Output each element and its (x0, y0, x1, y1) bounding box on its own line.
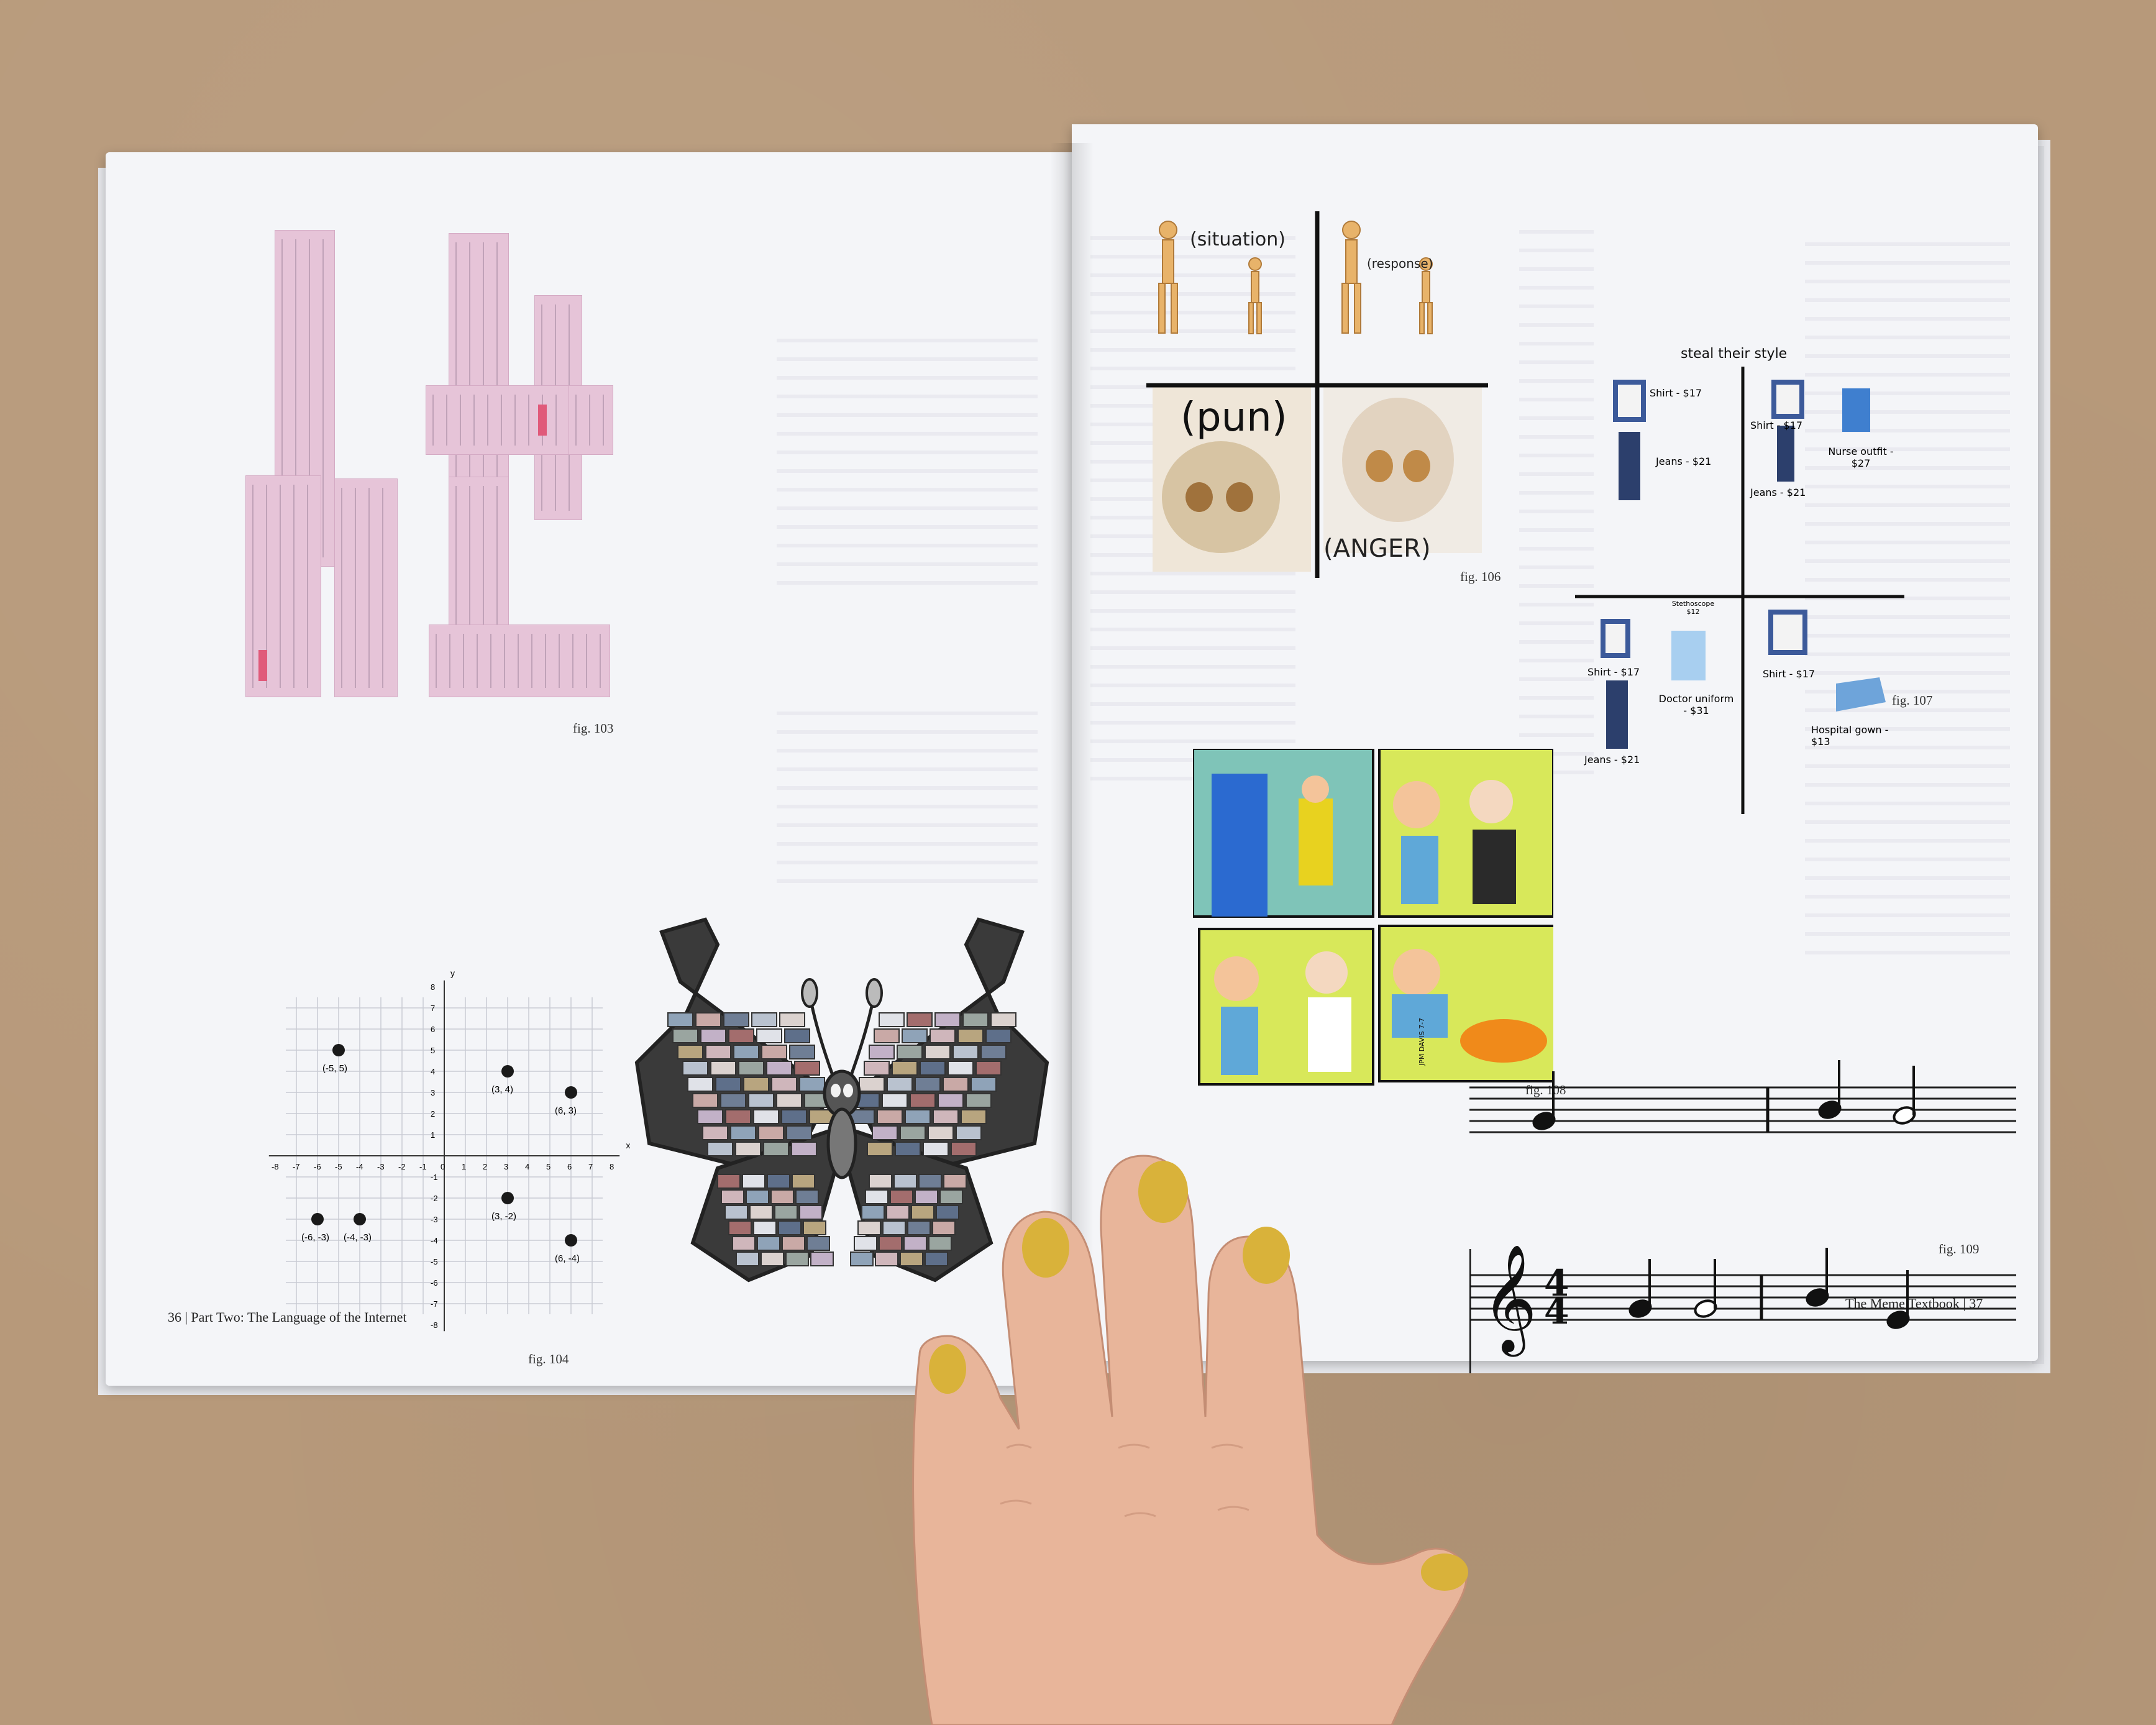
bleed-through-text (777, 712, 1038, 898)
y-tick-label: 1 (431, 1130, 435, 1140)
figure-caption: fig. 107 (1892, 693, 1933, 708)
skeleton-meme: (situation) (response) (pun) (ANGER) (1140, 205, 1488, 578)
y-tick-label: 8 (431, 982, 435, 992)
y-tick-label: 2 (431, 1109, 435, 1119)
price-label: Jeans - $21 (1584, 754, 1640, 766)
point-label: (3, 4) (491, 1084, 513, 1095)
figure-caption: fig. 106 (1460, 569, 1501, 584)
coordinate-plot: xy-8 -7 -6 -5 -4 -3 -2 -1 0 1 2 3 4 5 6 7 887654321-1-2-… (268, 968, 630, 1332)
meme-label-situation: (situation) (1190, 229, 1286, 250)
figure-caption: fig. 104 (528, 1352, 569, 1366)
price-label: Jeans - $21 (1656, 455, 1712, 467)
plot-point (501, 1065, 514, 1078)
price-label: Jeans - $21 (1750, 487, 1806, 498)
x-tick-label: 0 (441, 1162, 445, 1171)
time-signature: 4 (1544, 1290, 1569, 1332)
point-label: (6, -4) (555, 1253, 580, 1264)
price-label: Shirt - $17 (1750, 419, 1803, 431)
treble-clef-icon: 𝄞 (1482, 1244, 1537, 1357)
price-label: Nurse outfit - $27 (1828, 446, 1894, 469)
y-tick-label: -4 (431, 1236, 438, 1245)
y-tick-label: 4 (431, 1067, 435, 1076)
figure-caption: fig. 103 (573, 721, 614, 736)
x-tick-label: -7 (293, 1162, 300, 1171)
x-tick-label: 6 (567, 1162, 572, 1171)
x-tick-label: -1 (419, 1162, 427, 1171)
price-label: Doctor uniform - $31 (1658, 693, 1734, 716)
right-page: (situation) (response) (pun) (ANGER) fig… (1072, 124, 2038, 1373)
page-footer: The Meme Textbook | 37 (1845, 1296, 1983, 1311)
x-tick-label: 7 (588, 1162, 593, 1171)
message-card (245, 475, 321, 697)
y-tick-label: -7 (431, 1299, 438, 1309)
meme-label-anger: (ANGER) (1323, 534, 1431, 563)
y-tick-label: 7 (431, 1004, 435, 1013)
meme-label-pun: (pun) (1181, 395, 1287, 441)
bleed-through-heading (888, 233, 898, 277)
price-label: Hospital gown - $13 (1811, 724, 1889, 748)
y-tick-label: 3 (431, 1088, 435, 1097)
steal-their-style-meme: steal their style Shirt - $17 Jeans - $2… (1575, 339, 1904, 817)
y-tick-label: -2 (431, 1194, 438, 1203)
book-gutter (1050, 143, 1094, 1380)
plot-point (311, 1213, 324, 1225)
skeleton-meme-grid (1146, 211, 1488, 578)
x-tick-label: -2 (398, 1162, 406, 1171)
point-label: (-6, -3) (301, 1232, 329, 1243)
bleed-through-text (777, 339, 1038, 600)
x-tick-label: -5 (335, 1162, 342, 1171)
y-tick-label: 6 (431, 1025, 435, 1034)
price-label: Shirt - $17 (1763, 668, 1816, 680)
message-card (449, 233, 509, 495)
y-tick-label: -5 (431, 1257, 438, 1266)
point-label: (3, -2) (491, 1211, 516, 1222)
x-tick-label: 3 (504, 1162, 508, 1171)
message-card (334, 478, 398, 697)
message-card (429, 625, 610, 697)
y-tick-label: -3 (431, 1215, 438, 1224)
x-tick-label: 4 (525, 1162, 529, 1171)
plot-point (354, 1213, 366, 1225)
x-tick-label: 5 (546, 1162, 550, 1171)
price-label: Shirt - $17 (1587, 666, 1640, 678)
y-axis-label: y (450, 968, 455, 978)
x-tick-label: 2 (483, 1162, 487, 1171)
left-page: fig. 103 x y -8 -7 -6 -5 -4 -3 -2 -1 0 1 2 3 4 5 6 7 8 8 7 6 5… (106, 152, 1072, 1386)
price-label: Stethoscope $12 (1671, 600, 1715, 616)
x-tick-label: -8 (272, 1162, 279, 1171)
x-tick-label: -6 (314, 1162, 321, 1171)
x-tick-label: -3 (377, 1162, 385, 1171)
point-label: (-4, -3) (344, 1232, 372, 1243)
y-tick-label: 5 (431, 1046, 435, 1055)
x-tick-label: 8 (610, 1162, 614, 1171)
x-tick-label: 1 (462, 1162, 466, 1171)
meme-label-response: (response) (1367, 256, 1433, 271)
x-tick-label: -4 (356, 1162, 363, 1171)
y-tick-label: -8 (431, 1320, 438, 1330)
y-tick-label: -6 (431, 1278, 438, 1288)
comic-signature: JPM DAVIS 7-7 (1418, 1017, 1427, 1066)
message-card (449, 477, 509, 646)
figure-caption: fig. 109 (1939, 1242, 1980, 1256)
plot-point (501, 1192, 514, 1204)
point-label: (6, 3) (555, 1105, 577, 1116)
point-label: (-5, 5) (322, 1063, 347, 1074)
y-tick-label: -1 (431, 1173, 438, 1182)
plot-point (332, 1044, 345, 1056)
price-label: Shirt - $17 (1650, 387, 1702, 399)
plot-point (565, 1234, 577, 1247)
butterfly-illustration (634, 917, 1049, 1283)
message-card (569, 385, 613, 455)
page-footer: 36 | Part Two: The Language of the Inter… (168, 1309, 407, 1325)
music-notation: 𝄞 44 (1469, 1060, 2016, 1373)
plot-point (565, 1086, 577, 1099)
